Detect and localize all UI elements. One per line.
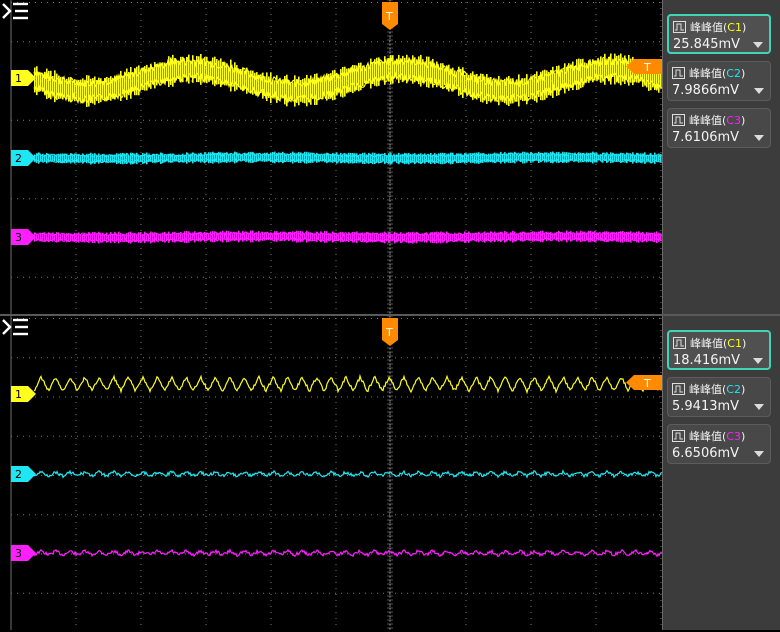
trigger-level-label: T xyxy=(643,377,651,390)
measure-source: C3 xyxy=(726,429,741,443)
chevron-down-icon[interactable] xyxy=(753,42,763,48)
scope-panel-top: 1 2 3 T T 峰峰值(C1) 25.845mV 峰峰值(C2) 7.9866mV … xyxy=(0,0,780,314)
trigger-level-marker[interactable]: T xyxy=(626,375,662,390)
chevron-down-icon[interactable] xyxy=(754,404,764,410)
channel-marker-label: 2 xyxy=(15,468,22,481)
measure-label: 峰峰值( xyxy=(689,114,727,127)
measure-source: C1 xyxy=(727,336,742,350)
measure-label: 峰峰值( xyxy=(689,67,727,80)
measure-value: 6.6506mV xyxy=(672,446,740,461)
measure-label: 峰峰值( xyxy=(689,430,727,443)
trigger-label: T xyxy=(385,10,393,23)
channel-marker-1[interactable]: 1 xyxy=(11,386,36,402)
channel-marker-1[interactable]: 1 xyxy=(11,70,36,86)
trigger-position-marker[interactable]: T xyxy=(382,2,398,30)
waveform-canvas-bottom: 1 2 3 T T xyxy=(10,316,662,630)
pulse-icon xyxy=(673,21,686,33)
measure-label-close: ) xyxy=(740,66,746,80)
measure-card-c2[interactable]: 峰峰值(C2) 5.9413mV xyxy=(667,377,771,417)
measure-source: C3 xyxy=(726,113,741,127)
chevron-down-icon[interactable] xyxy=(754,135,764,141)
pulse-icon xyxy=(672,430,685,442)
measure-value: 18.416mV xyxy=(673,353,741,368)
waveform-display-top[interactable]: 1 2 3 T T xyxy=(0,0,662,314)
measure-card-c3[interactable]: 峰峰值(C3) 6.6506mV xyxy=(667,424,771,464)
traces xyxy=(33,53,662,244)
scope-panel-bottom: 1 2 3 T T 峰峰值(C1) 18.416mV 峰峰值(C2) 5.9413mV … xyxy=(0,316,780,630)
menu-collapse-icon[interactable] xyxy=(0,316,30,338)
measure-label: 峰峰值( xyxy=(690,21,728,34)
measurement-sidebar-bottom: 峰峰值(C1) 18.416mV 峰峰值(C2) 5.9413mV 峰峰值(C3… xyxy=(662,316,780,630)
channel-marker-label: 1 xyxy=(15,388,22,401)
channel-marker-label: 3 xyxy=(15,547,22,560)
measure-card-c1[interactable]: 峰峰值(C1) 25.845mV xyxy=(667,14,771,54)
pulse-icon xyxy=(672,67,685,79)
channel-marker-label: 3 xyxy=(15,231,22,244)
measure-source: C2 xyxy=(726,66,741,80)
trigger-label: T xyxy=(385,326,393,339)
measure-label-close: ) xyxy=(741,336,747,350)
measure-value: 7.6106mV xyxy=(672,130,740,145)
measurement-sidebar-top: 峰峰值(C1) 25.845mV 峰峰值(C2) 7.9866mV 峰峰值(C3… xyxy=(662,0,780,314)
trigger-position-marker[interactable]: T xyxy=(382,318,398,346)
trigger-level-label: T xyxy=(643,61,651,74)
measure-label: 峰峰值( xyxy=(689,383,727,396)
channel-marker-3[interactable]: 3 xyxy=(11,545,36,561)
pulse-icon xyxy=(672,114,685,126)
channel-marker-label: 2 xyxy=(15,152,22,165)
measure-label-close: ) xyxy=(740,382,746,396)
measure-card-c1[interactable]: 峰峰值(C1) 18.416mV xyxy=(667,330,771,370)
pulse-icon xyxy=(672,383,685,395)
measure-card-c2[interactable]: 峰峰值(C2) 7.9866mV xyxy=(667,61,771,101)
chevron-down-icon[interactable] xyxy=(753,358,763,364)
measure-source: C1 xyxy=(727,20,742,34)
menu-collapse-icon[interactable] xyxy=(0,0,30,22)
traces xyxy=(33,373,662,558)
chevron-down-icon[interactable] xyxy=(754,88,764,94)
pulse-icon xyxy=(673,337,686,349)
waveform-display-bottom[interactable]: 1 2 3 T T xyxy=(0,316,662,630)
measure-value: 7.9866mV xyxy=(672,83,740,98)
chevron-down-icon[interactable] xyxy=(754,451,764,457)
waveform-canvas-top: 1 2 3 T T xyxy=(10,0,662,314)
channel-marker-3[interactable]: 3 xyxy=(11,229,36,245)
measure-source: C2 xyxy=(726,382,741,396)
measure-label: 峰峰值( xyxy=(690,337,728,350)
measure-label-close: ) xyxy=(740,429,746,443)
measure-value: 25.845mV xyxy=(673,37,741,52)
measure-label-close: ) xyxy=(740,113,746,127)
measure-value: 5.9413mV xyxy=(672,399,740,414)
measure-card-c3[interactable]: 峰峰值(C3) 7.6106mV xyxy=(667,108,771,148)
channel-marker-2[interactable]: 2 xyxy=(11,150,36,166)
measure-label-close: ) xyxy=(741,20,747,34)
channel-marker-2[interactable]: 2 xyxy=(11,466,36,482)
channel-marker-label: 1 xyxy=(15,72,22,85)
